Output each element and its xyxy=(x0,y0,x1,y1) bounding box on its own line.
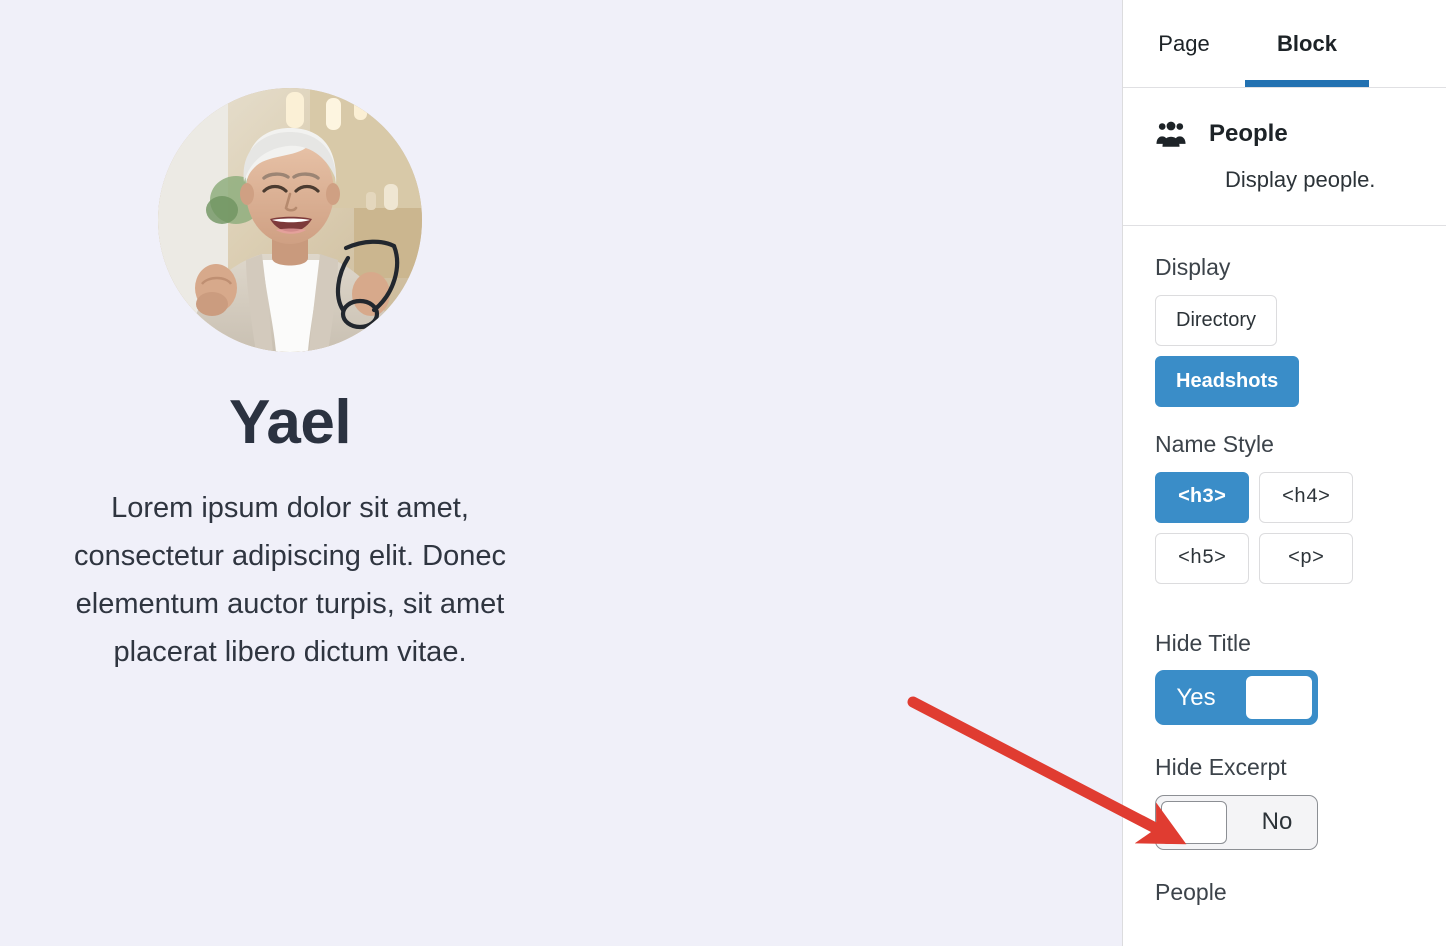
display-option-directory[interactable]: Directory xyxy=(1155,294,1278,346)
editor-root: Yael Lorem ipsum dolor sit amet, consect… xyxy=(0,0,1446,946)
field-hide-title-label: Hide Title xyxy=(1155,629,1251,656)
hide-title-toggle-knob[interactable] xyxy=(1246,676,1312,720)
field-display: Display Directory Headshots xyxy=(1155,254,1414,407)
field-display-label: Display xyxy=(1155,254,1231,281)
name-style-option-h4[interactable]: <h4> xyxy=(1259,471,1353,523)
field-hide-title: Hide Title Yes xyxy=(1155,630,1414,726)
block-description: Display people. xyxy=(1225,167,1376,192)
field-hide-excerpt: Hide Excerpt No xyxy=(1155,754,1414,850)
hide-title-toggle[interactable]: Yes xyxy=(1155,670,1318,726)
block-header-row: People xyxy=(1155,118,1414,150)
tab-page[interactable]: Page xyxy=(1123,0,1245,87)
field-display-options: Directory Headshots xyxy=(1155,294,1414,407)
name-style-option-p[interactable]: <p> xyxy=(1259,532,1353,584)
hide-excerpt-toggle-value: No xyxy=(1261,808,1293,836)
field-name-style-options: <h3> <h4> <h5> <p> xyxy=(1155,471,1414,584)
block-preview-canvas: Yael Lorem ipsum dolor sit amet, consect… xyxy=(0,0,1122,946)
block-settings-sidebar: Page Block People Display people. Displa… xyxy=(1122,0,1446,946)
people-group-icon xyxy=(1155,118,1187,150)
block-title: People xyxy=(1209,120,1288,147)
sidebar-tabbar: Page Block xyxy=(1123,0,1446,88)
field-people-label: People xyxy=(1155,878,1227,905)
hide-excerpt-toggle[interactable]: No xyxy=(1155,794,1318,850)
field-people: People xyxy=(1155,879,1414,906)
name-style-option-h5[interactable]: <h5> xyxy=(1155,532,1249,584)
person-name: Yael xyxy=(228,388,352,457)
hide-title-toggle-value: Yes xyxy=(1176,683,1216,711)
avatar xyxy=(158,88,422,352)
field-name-style-label: Name Style xyxy=(1155,430,1274,457)
field-hide-excerpt-label: Hide Excerpt xyxy=(1155,754,1287,781)
name-style-option-h3[interactable]: <h3> xyxy=(1155,471,1249,523)
person-excerpt: Lorem ipsum dolor sit amet, consectetur … xyxy=(73,492,506,668)
field-name-style: Name Style <h3> <h4> <h5> <p> xyxy=(1155,431,1414,584)
tab-block[interactable]: Block xyxy=(1245,0,1369,87)
hide-excerpt-toggle-knob[interactable] xyxy=(1161,800,1227,844)
person-card: Yael Lorem ipsum dolor sit amet, consect… xyxy=(0,88,580,676)
display-option-headshots[interactable]: Headshots xyxy=(1155,355,1300,407)
settings-panel-body: Display Directory Headshots Name Style <… xyxy=(1123,226,1446,905)
block-header: People Display people. xyxy=(1123,88,1446,227)
